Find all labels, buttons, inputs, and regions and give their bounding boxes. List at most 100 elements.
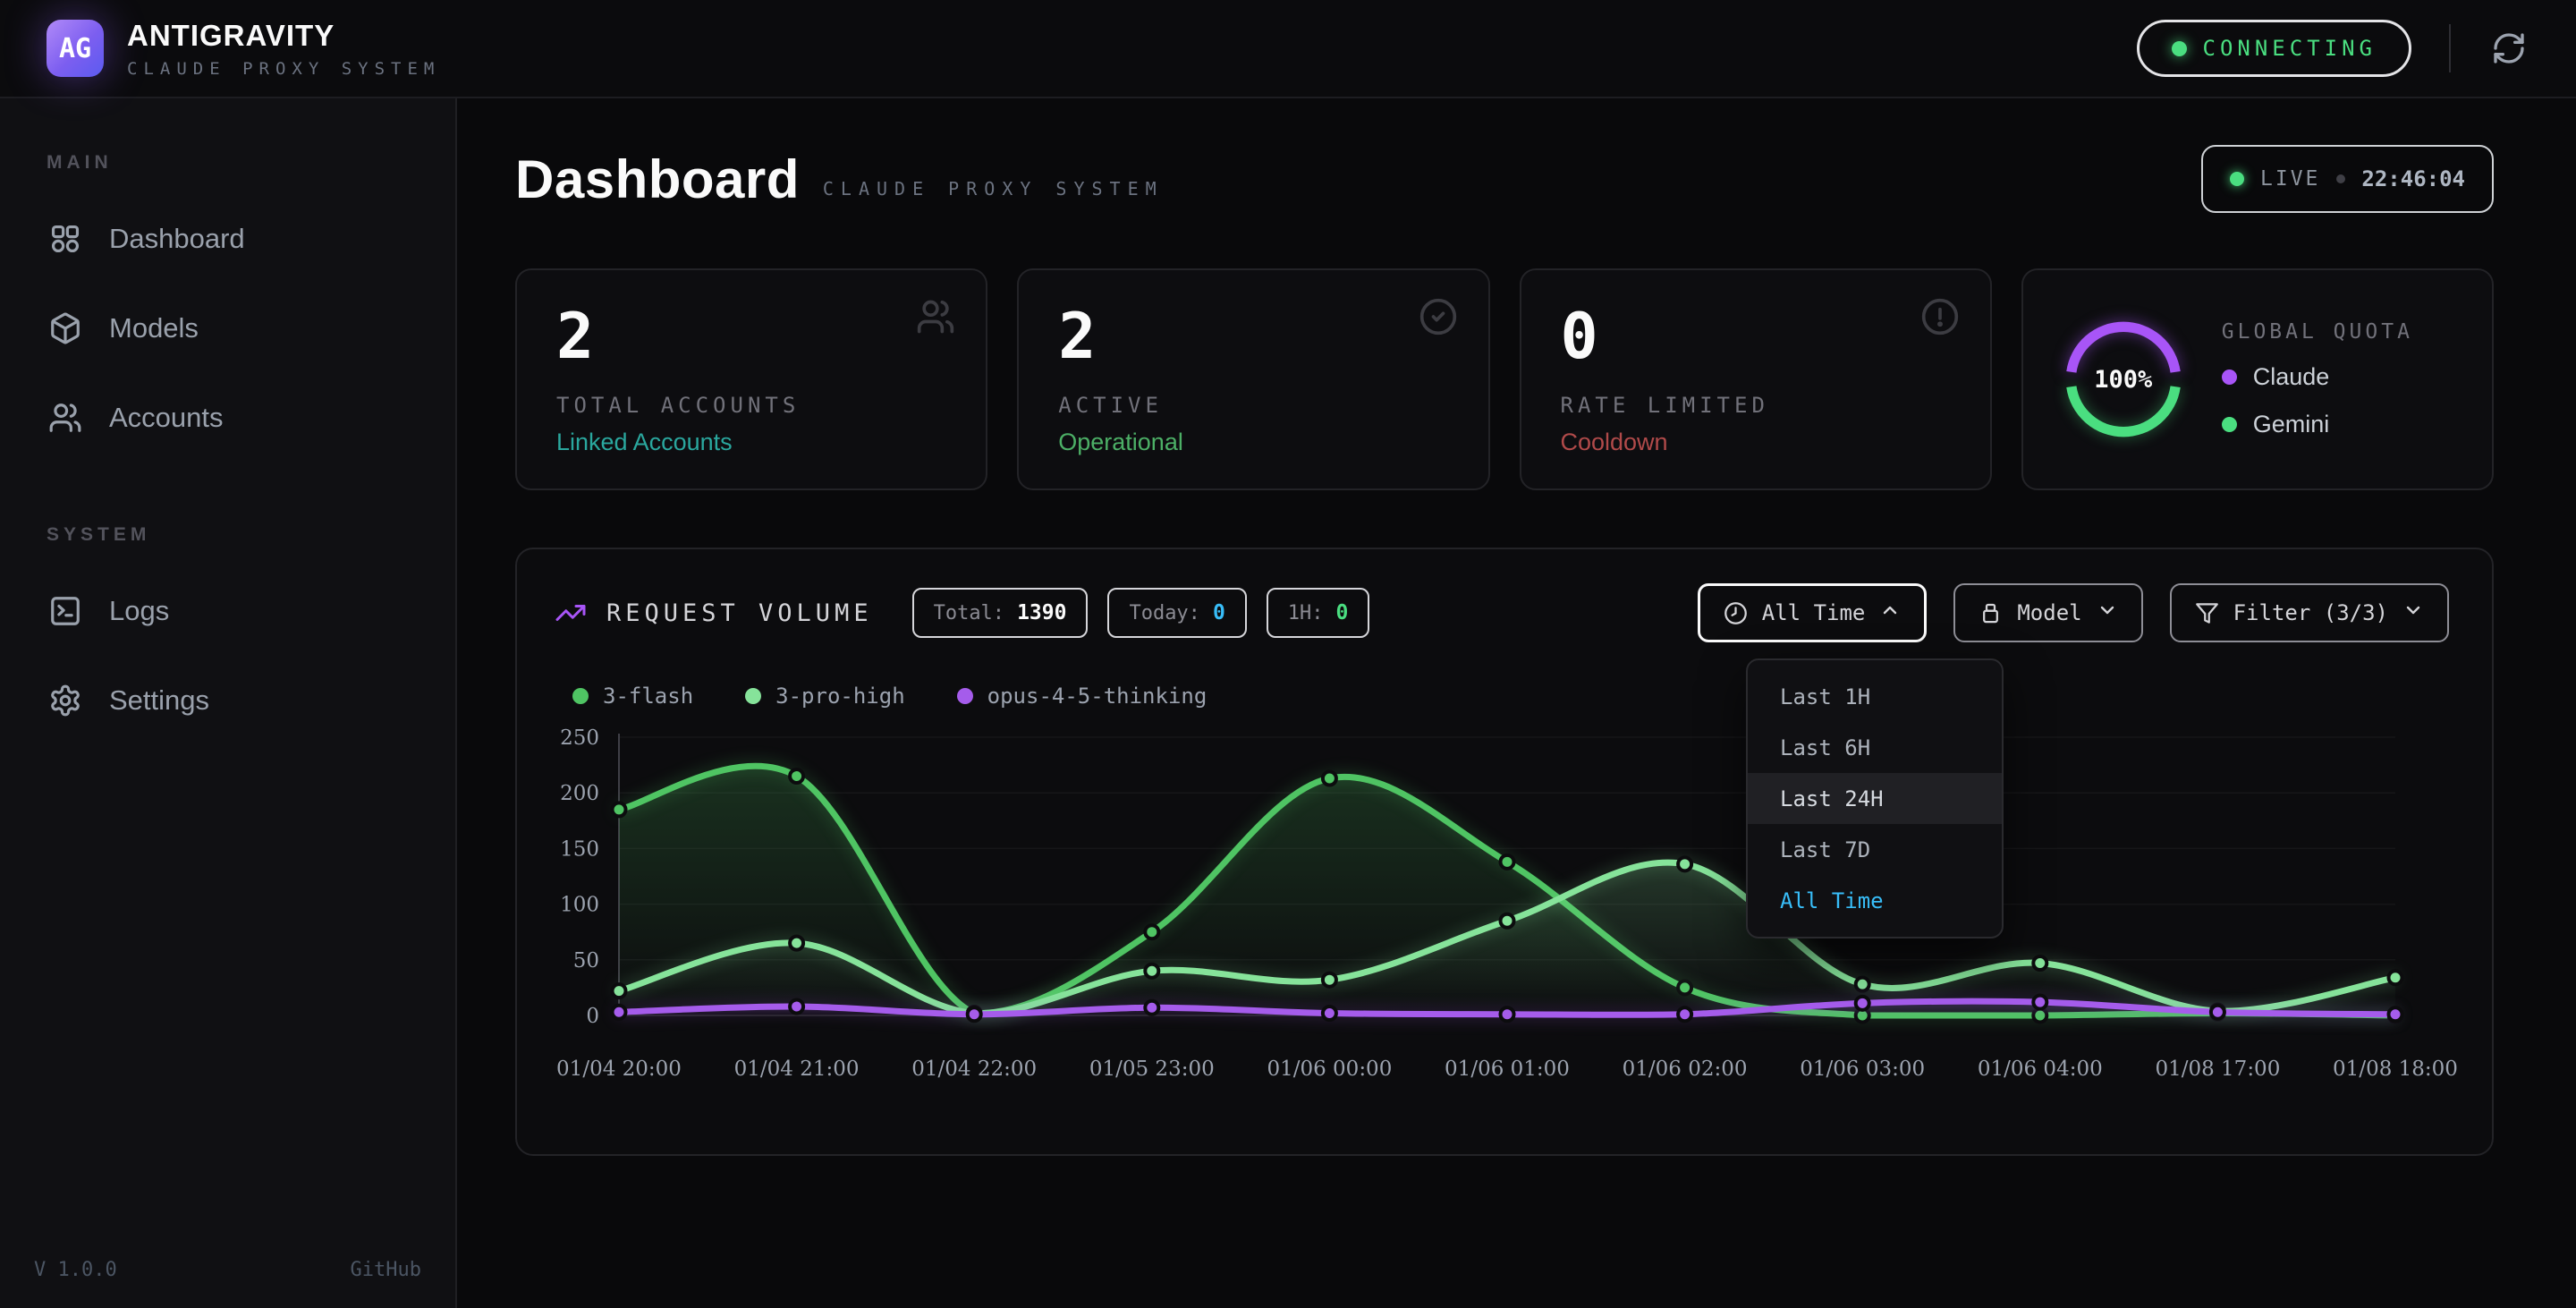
menu-item-last-7d[interactable]: Last 7D [1748, 824, 2002, 875]
time-range-label: All Time [1762, 600, 1866, 625]
menu-item-all-time[interactable]: All Time [1748, 875, 2002, 926]
sidebar-section-main: MAIN [47, 152, 421, 174]
card-total-accounts: 2 TOTAL ACCOUNTS Linked Accounts [515, 268, 987, 490]
live-label: LIVE [2260, 167, 2320, 191]
model-filter-button[interactable]: Model [1953, 583, 2142, 642]
header-divider [2449, 24, 2451, 72]
stat-sub: Operational [1058, 429, 1448, 456]
trending-up-icon [555, 597, 587, 629]
menu-item-last-24h[interactable]: Last 24H [1748, 773, 2002, 824]
connection-status-text: CONNECTING [2203, 36, 2377, 61]
sidebar-item-label: Models [109, 312, 199, 344]
users-icon [48, 401, 82, 435]
github-link[interactable]: GitHub [351, 1259, 421, 1281]
chevron-down-icon [2402, 599, 2424, 626]
stat-value: 2 [556, 302, 946, 371]
sidebar-item-models[interactable]: Models [34, 293, 421, 363]
svg-text:01/06 04:00: 01/06 04:00 [1978, 1057, 2103, 1081]
cube-icon [48, 311, 82, 345]
refresh-button[interactable] [2488, 28, 2529, 69]
stat-label: TOTAL ACCOUNTS [556, 393, 946, 418]
quota-percent: 100% [2063, 319, 2184, 440]
app-header: AG ANTIGRAVITY CLAUDE PROXY SYSTEM CONNE… [0, 0, 2576, 98]
sidebar-item-dashboard[interactable]: Dashboard [34, 204, 421, 274]
sidebar-item-label: Dashboard [109, 223, 245, 255]
app-root: AG ANTIGRAVITY CLAUDE PROXY SYSTEM CONNE… [0, 0, 2576, 1308]
connection-dot-icon [2172, 41, 2187, 56]
refresh-icon [2491, 30, 2527, 66]
grid-icon [48, 222, 82, 256]
svg-text:200: 200 [560, 782, 599, 805]
sidebar-item-label: Logs [109, 595, 169, 627]
svg-text:01/05 23:00: 01/05 23:00 [1089, 1057, 1215, 1081]
svg-text:01/06 01:00: 01/06 01:00 [1445, 1057, 1570, 1081]
total-pill: Total: 1390 [912, 588, 1089, 638]
chevron-down-icon [2097, 599, 2118, 626]
line-chart[interactable]: 05010015020025001/04 20:0001/04 21:0001/… [555, 716, 2449, 1091]
pill-label: Total: [934, 602, 1004, 624]
chart-legend: 3-flash 3-pro-high opus-4-5-thinking [572, 684, 2449, 709]
app-logo: AG [47, 20, 104, 77]
svg-text:01/08 17:00: 01/08 17:00 [2155, 1057, 2280, 1081]
svg-text:01/04 20:00: 01/04 20:00 [556, 1057, 682, 1081]
svg-text:250: 250 [560, 726, 599, 750]
svg-text:01/04 21:00: 01/04 21:00 [734, 1057, 860, 1081]
card-rate-limited: 0 RATE LIMITED Cooldown [1520, 268, 1992, 490]
menu-item-last-1h[interactable]: Last 1H [1748, 671, 2002, 722]
svg-text:150: 150 [560, 837, 599, 861]
app-subtitle: CLAUDE PROXY SYSTEM [127, 59, 440, 79]
sidebar-item-label: Accounts [109, 402, 224, 434]
time-range-button[interactable]: All Time [1698, 583, 1928, 642]
request-volume-panel: REQUEST VOLUME Total: 1390 Today: 0 1H: … [515, 548, 2494, 1156]
model-filter-label: Model [2017, 600, 2081, 625]
pill-value: 0 [1336, 601, 1349, 624]
users-icon [916, 297, 955, 341]
sidebar: MAIN Dashboard Models Accounts SYSTEM [0, 98, 457, 1308]
pill-value: 0 [1213, 601, 1225, 624]
live-dot-icon [2230, 172, 2244, 186]
live-clock: 22:46:04 [2361, 166, 2465, 191]
stat-value: 0 [1561, 302, 1951, 371]
legend-name: opus-4-5-thinking [987, 684, 1208, 709]
stat-sub: Cooldown [1561, 429, 1951, 456]
svg-text:01/04 22:00: 01/04 22:00 [911, 1057, 1037, 1081]
quota-item-name: Gemini [2253, 411, 2330, 438]
terminal-icon [48, 594, 82, 628]
legend-name: 3-flash [603, 684, 693, 709]
svg-text:01/08 18:00: 01/08 18:00 [2333, 1057, 2458, 1081]
sidebar-item-label: Settings [109, 684, 209, 717]
one-hour-pill: 1H: 0 [1267, 588, 1370, 638]
today-pill: Today: 0 [1107, 588, 1246, 638]
legend-item: 3-pro-high [745, 684, 905, 709]
connection-status-badge: CONNECTING [2137, 20, 2412, 77]
quota-donut: 100% [2063, 319, 2184, 440]
pill-label: Today: [1129, 602, 1199, 624]
legend-item: 3-flash [572, 684, 693, 709]
menu-item-last-6h[interactable]: Last 6H [1748, 722, 2002, 773]
sidebar-item-accounts[interactable]: Accounts [34, 383, 421, 453]
stat-value: 2 [1058, 302, 1448, 371]
sidebar-section-system: SYSTEM [47, 524, 421, 546]
clock-icon [1724, 601, 1748, 625]
app-title: ANTIGRAVITY [127, 19, 440, 53]
svg-text:01/06 00:00: 01/06 00:00 [1267, 1057, 1392, 1081]
brand-block: ANTIGRAVITY CLAUDE PROXY SYSTEM [127, 19, 440, 79]
legend-name: 3-pro-high [775, 684, 905, 709]
stat-sub: Linked Accounts [556, 429, 946, 456]
series-dot-icon [572, 688, 589, 704]
legend-item: opus-4-5-thinking [957, 684, 1208, 709]
time-range-dropdown: Last 1H Last 6H Last 24H Last 7D All Tim… [1746, 658, 2004, 939]
gemini-dot-icon [2222, 417, 2237, 432]
sidebar-item-settings[interactable]: Settings [34, 666, 421, 735]
series-filter-button[interactable]: Filter (3/3) [2170, 583, 2449, 642]
series-dot-icon [745, 688, 761, 704]
sidebar-item-logs[interactable]: Logs [34, 576, 421, 646]
chevron-up-icon [1879, 599, 1901, 626]
version-text: V 1.0.0 [34, 1259, 117, 1281]
funnel-icon [2195, 601, 2219, 625]
alert-circle-icon [1920, 297, 1960, 341]
live-badge: LIVE 22:46:04 [2201, 145, 2494, 213]
svg-text:01/06 03:00: 01/06 03:00 [1800, 1057, 1925, 1081]
svg-text:0: 0 [586, 1005, 599, 1028]
claude-dot-icon [2222, 369, 2237, 385]
